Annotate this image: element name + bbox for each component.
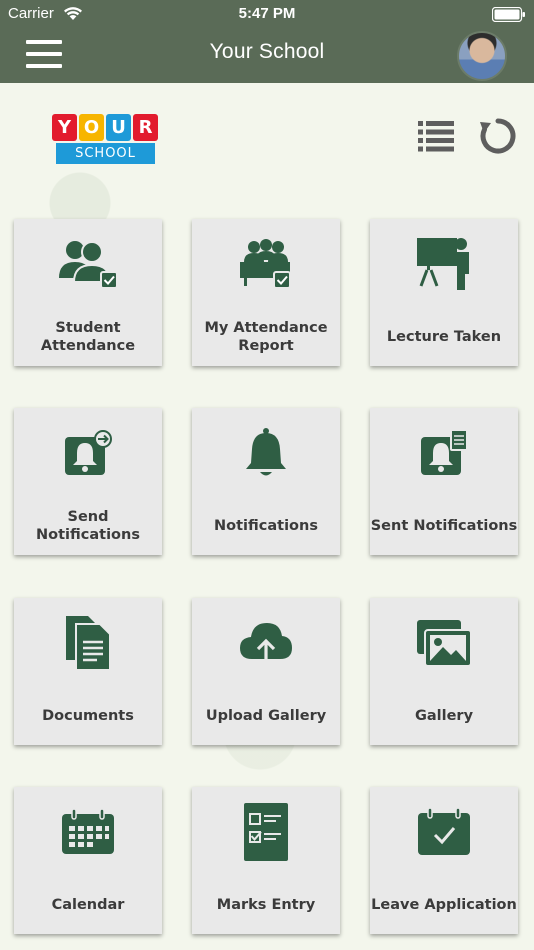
tile-label: Leave Application — [371, 897, 517, 913]
tile-label: Student Attendance — [40, 320, 136, 354]
documents-icon — [14, 612, 162, 674]
tile-attendance-report[interactable]: My Attendance Report — [192, 219, 340, 366]
refresh-icon[interactable] — [478, 116, 518, 156]
logo-letter: Y — [52, 114, 77, 141]
logo-letters: YOUR — [52, 114, 158, 142]
tile-student-attendance[interactable]: Student Attendance — [14, 219, 162, 366]
tile-lecture[interactable]: Lecture Taken — [370, 219, 518, 366]
logo-letter: O — [79, 114, 104, 141]
status-bar: Carrier 5:47 PM — [0, 0, 534, 28]
tile-gallery[interactable]: Gallery — [370, 598, 518, 745]
tile-documents[interactable]: Documents — [14, 598, 162, 745]
tile-checklist[interactable]: Marks Entry — [192, 787, 340, 934]
battery-icon — [492, 7, 525, 22]
tile-label: Notifications — [214, 518, 318, 534]
tile-label: Sent Notifications — [370, 518, 518, 534]
calendar-check-icon — [370, 801, 518, 863]
tile-send-notification[interactable]: Send Notifications — [14, 408, 162, 555]
tile-sent-notification[interactable]: Sent Notifications — [370, 408, 518, 555]
send-notification-icon — [14, 422, 162, 484]
attendance-report-icon — [192, 233, 340, 295]
checklist-icon — [192, 801, 340, 863]
list-view-icon[interactable] — [418, 120, 454, 152]
page-title: Your School — [209, 40, 325, 63]
logo-letter: U — [106, 114, 131, 141]
lecture-icon — [370, 233, 518, 295]
app-header: Carrier 5:47 PM Your School — [0, 0, 534, 83]
bell-icon — [192, 422, 340, 484]
tile-bell[interactable]: Notifications — [192, 408, 340, 555]
school-logo: YOUR SCHOOL — [52, 114, 158, 166]
tile-label: Marks Entry — [216, 897, 316, 913]
tile-calendar-check[interactable]: Leave Application — [370, 787, 518, 934]
tile-label: Send Notifications — [36, 509, 140, 543]
cloud-upload-icon — [192, 612, 340, 674]
tile-label: My Attendance Report — [204, 320, 328, 354]
avatar[interactable] — [457, 31, 507, 81]
tile-label: Documents — [42, 708, 134, 724]
calendar-icon — [14, 801, 162, 863]
sent-notification-icon — [370, 422, 518, 484]
gallery-icon — [370, 612, 518, 674]
tile-cloud-upload[interactable]: Upload Gallery — [192, 598, 340, 745]
logo-letter: R — [133, 114, 158, 141]
student-attendance-icon — [14, 233, 162, 295]
logo-subtitle: SCHOOL — [56, 143, 155, 164]
status-time: 5:47 PM — [238, 5, 296, 22]
tile-label: Upload Gallery — [205, 708, 327, 724]
tile-label: Gallery — [414, 708, 474, 724]
tile-label: Calendar — [51, 897, 125, 913]
tile-label: Lecture Taken — [386, 329, 502, 345]
tile-calendar[interactable]: Calendar — [14, 787, 162, 934]
